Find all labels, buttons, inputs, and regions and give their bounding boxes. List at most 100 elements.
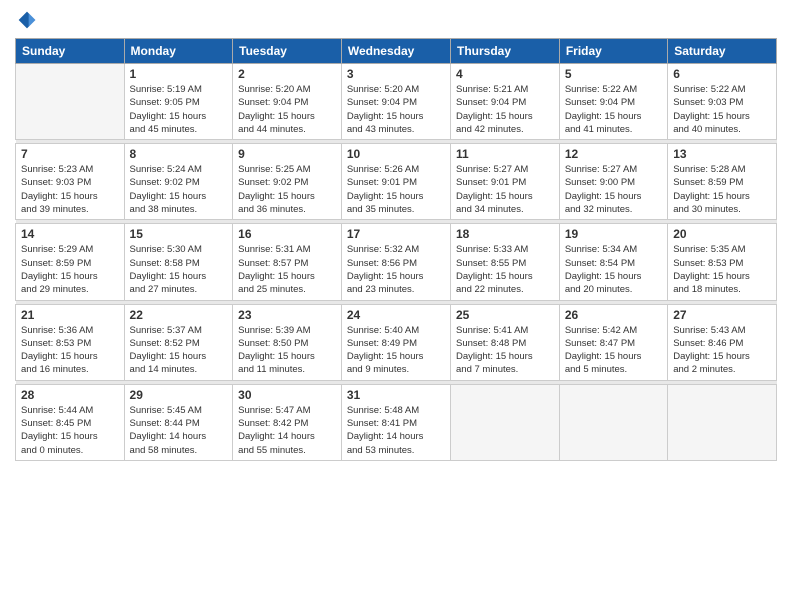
calendar-day-cell: 27Sunrise: 5:43 AMSunset: 8:46 PMDayligh…: [668, 304, 777, 380]
calendar-header-row: SundayMondayTuesdayWednesdayThursdayFrid…: [16, 39, 777, 64]
calendar-day-cell: 17Sunrise: 5:32 AMSunset: 8:56 PMDayligh…: [341, 224, 450, 300]
calendar-week-row: 14 Sunrise: 5:29 AMSunset: 8:59 PMDayligh…: [16, 224, 777, 300]
day-number: 15: [130, 227, 228, 241]
calendar-day-cell: [559, 384, 667, 460]
calendar-day-header: Friday: [559, 39, 667, 64]
day-info: Sunrise: 5:44 AMSunset: 8:45 PMDaylight:…: [21, 404, 119, 457]
day-info: Sunrise: 5:29 AMSunset: 8:59 PMDaylight:…: [21, 243, 119, 296]
day-number: 17: [347, 227, 445, 241]
calendar-day-cell: [668, 384, 777, 460]
calendar-day-cell: 10 Sunrise: 5:26 AMSunset: 9:01 PMDayligh…: [341, 144, 450, 220]
day-info: Sunrise: 5:27 AMSunset: 9:00 PMDaylight:…: [565, 163, 662, 216]
day-info: Sunrise: 5:20 AMSunset: 9:04 PMDaylight:…: [347, 83, 445, 136]
day-number: 25: [456, 308, 554, 322]
day-info: Sunrise: 5:48 AMSunset: 8:41 PMDaylight:…: [347, 404, 445, 457]
header: [15, 10, 777, 30]
day-info: Sunrise: 5:24 AMSunset: 9:02 PMDaylight:…: [130, 163, 228, 216]
logo-icon: [17, 10, 37, 30]
day-number: 31: [347, 388, 445, 402]
calendar-day-cell: 1 Sunrise: 5:19 AMSunset: 9:05 PMDaylight…: [124, 64, 233, 140]
calendar-day-cell: 2 Sunrise: 5:20 AMSunset: 9:04 PMDaylight…: [233, 64, 342, 140]
day-number: 10: [347, 147, 445, 161]
calendar-day-header: Monday: [124, 39, 233, 64]
day-info: Sunrise: 5:27 AMSunset: 9:01 PMDaylight:…: [456, 163, 554, 216]
day-info: Sunrise: 5:31 AMSunset: 8:57 PMDaylight:…: [238, 243, 336, 296]
day-number: 19: [565, 227, 662, 241]
calendar-day-cell: 18Sunrise: 5:33 AMSunset: 8:55 PMDayligh…: [451, 224, 560, 300]
calendar-day-cell: [16, 64, 125, 140]
day-info: Sunrise: 5:22 AMSunset: 9:03 PMDaylight:…: [673, 83, 771, 136]
day-info: Sunrise: 5:30 AMSunset: 8:58 PMDaylight:…: [130, 243, 228, 296]
calendar-day-cell: 20Sunrise: 5:35 AMSunset: 8:53 PMDayligh…: [668, 224, 777, 300]
day-info: Sunrise: 5:47 AMSunset: 8:42 PMDaylight:…: [238, 404, 336, 457]
day-number: 30: [238, 388, 336, 402]
day-info: Sunrise: 5:28 AMSunset: 8:59 PMDaylight:…: [673, 163, 771, 216]
day-number: 12: [565, 147, 662, 161]
calendar-day-cell: [451, 384, 560, 460]
calendar-day-cell: 30 Sunrise: 5:47 AMSunset: 8:42 PMDayligh…: [233, 384, 342, 460]
day-info: Sunrise: 5:22 AMSunset: 9:04 PMDaylight:…: [565, 83, 662, 136]
day-number: 5: [565, 67, 662, 81]
calendar-day-cell: 16 Sunrise: 5:31 AMSunset: 8:57 PMDayligh…: [233, 224, 342, 300]
day-number: 26: [565, 308, 662, 322]
calendar-day-cell: 8 Sunrise: 5:24 AMSunset: 9:02 PMDaylight…: [124, 144, 233, 220]
day-info: Sunrise: 5:45 AMSunset: 8:44 PMDaylight:…: [130, 404, 228, 457]
day-number: 6: [673, 67, 771, 81]
calendar-day-cell: 25 Sunrise: 5:41 AMSunset: 8:48 PMDayligh…: [451, 304, 560, 380]
calendar-day-header: Saturday: [668, 39, 777, 64]
day-info: Sunrise: 5:20 AMSunset: 9:04 PMDaylight:…: [238, 83, 336, 136]
day-number: 8: [130, 147, 228, 161]
day-number: 7: [21, 147, 119, 161]
day-info: Sunrise: 5:25 AMSunset: 9:02 PMDaylight:…: [238, 163, 336, 216]
calendar-week-row: 1 Sunrise: 5:19 AMSunset: 9:05 PMDaylight…: [16, 64, 777, 140]
calendar-day-cell: 28 Sunrise: 5:44 AMSunset: 8:45 PMDayligh…: [16, 384, 125, 460]
day-info: Sunrise: 5:40 AMSunset: 8:49 PMDaylight:…: [347, 324, 445, 377]
day-number: 16: [238, 227, 336, 241]
day-info: Sunrise: 5:41 AMSunset: 8:48 PMDaylight:…: [456, 324, 554, 377]
day-number: 14: [21, 227, 119, 241]
calendar-day-cell: 9 Sunrise: 5:25 AMSunset: 9:02 PMDaylight…: [233, 144, 342, 220]
day-number: 28: [21, 388, 119, 402]
logo: [15, 10, 37, 30]
day-info: Sunrise: 5:37 AMSunset: 8:52 PMDaylight:…: [130, 324, 228, 377]
day-number: 13: [673, 147, 771, 161]
logo-text: [15, 10, 37, 30]
day-number: 2: [238, 67, 336, 81]
page: SundayMondayTuesdayWednesdayThursdayFrid…: [0, 0, 792, 612]
calendar-day-cell: 29 Sunrise: 5:45 AMSunset: 8:44 PMDayligh…: [124, 384, 233, 460]
day-number: 18: [456, 227, 554, 241]
day-number: 21: [21, 308, 119, 322]
calendar-day-cell: 24 Sunrise: 5:40 AMSunset: 8:49 PMDayligh…: [341, 304, 450, 380]
calendar-day-cell: 6 Sunrise: 5:22 AMSunset: 9:03 PMDaylight…: [668, 64, 777, 140]
calendar-day-cell: 23Sunrise: 5:39 AMSunset: 8:50 PMDayligh…: [233, 304, 342, 380]
day-info: Sunrise: 5:21 AMSunset: 9:04 PMDaylight:…: [456, 83, 554, 136]
day-info: Sunrise: 5:34 AMSunset: 8:54 PMDaylight:…: [565, 243, 662, 296]
day-number: 3: [347, 67, 445, 81]
day-number: 24: [347, 308, 445, 322]
calendar-week-row: 21Sunrise: 5:36 AMSunset: 8:53 PMDayligh…: [16, 304, 777, 380]
day-info: Sunrise: 5:35 AMSunset: 8:53 PMDaylight:…: [673, 243, 771, 296]
calendar-day-cell: 11 Sunrise: 5:27 AMSunset: 9:01 PMDayligh…: [451, 144, 560, 220]
day-number: 9: [238, 147, 336, 161]
calendar-week-row: 7Sunrise: 5:23 AMSunset: 9:03 PMDaylight…: [16, 144, 777, 220]
day-number: 29: [130, 388, 228, 402]
day-number: 23: [238, 308, 336, 322]
calendar-day-cell: 12 Sunrise: 5:27 AMSunset: 9:00 PMDayligh…: [559, 144, 667, 220]
calendar-day-cell: 22Sunrise: 5:37 AMSunset: 8:52 PMDayligh…: [124, 304, 233, 380]
calendar-day-cell: 19 Sunrise: 5:34 AMSunset: 8:54 PMDayligh…: [559, 224, 667, 300]
calendar-day-cell: 21Sunrise: 5:36 AMSunset: 8:53 PMDayligh…: [16, 304, 125, 380]
calendar-day-header: Wednesday: [341, 39, 450, 64]
calendar-day-cell: 4Sunrise: 5:21 AMSunset: 9:04 PMDaylight…: [451, 64, 560, 140]
day-number: 1: [130, 67, 228, 81]
day-info: Sunrise: 5:43 AMSunset: 8:46 PMDaylight:…: [673, 324, 771, 377]
day-info: Sunrise: 5:19 AMSunset: 9:05 PMDaylight:…: [130, 83, 228, 136]
calendar-day-header: Sunday: [16, 39, 125, 64]
calendar-day-cell: 15 Sunrise: 5:30 AMSunset: 8:58 PMDayligh…: [124, 224, 233, 300]
day-info: Sunrise: 5:26 AMSunset: 9:01 PMDaylight:…: [347, 163, 445, 216]
calendar-day-cell: 5 Sunrise: 5:22 AMSunset: 9:04 PMDaylight…: [559, 64, 667, 140]
calendar-day-cell: 26Sunrise: 5:42 AMSunset: 8:47 PMDayligh…: [559, 304, 667, 380]
calendar-day-cell: 13 Sunrise: 5:28 AMSunset: 8:59 PMDayligh…: [668, 144, 777, 220]
calendar-table: SundayMondayTuesdayWednesdayThursdayFrid…: [15, 38, 777, 461]
day-number: 11: [456, 147, 554, 161]
calendar-day-cell: 3 Sunrise: 5:20 AMSunset: 9:04 PMDaylight…: [341, 64, 450, 140]
